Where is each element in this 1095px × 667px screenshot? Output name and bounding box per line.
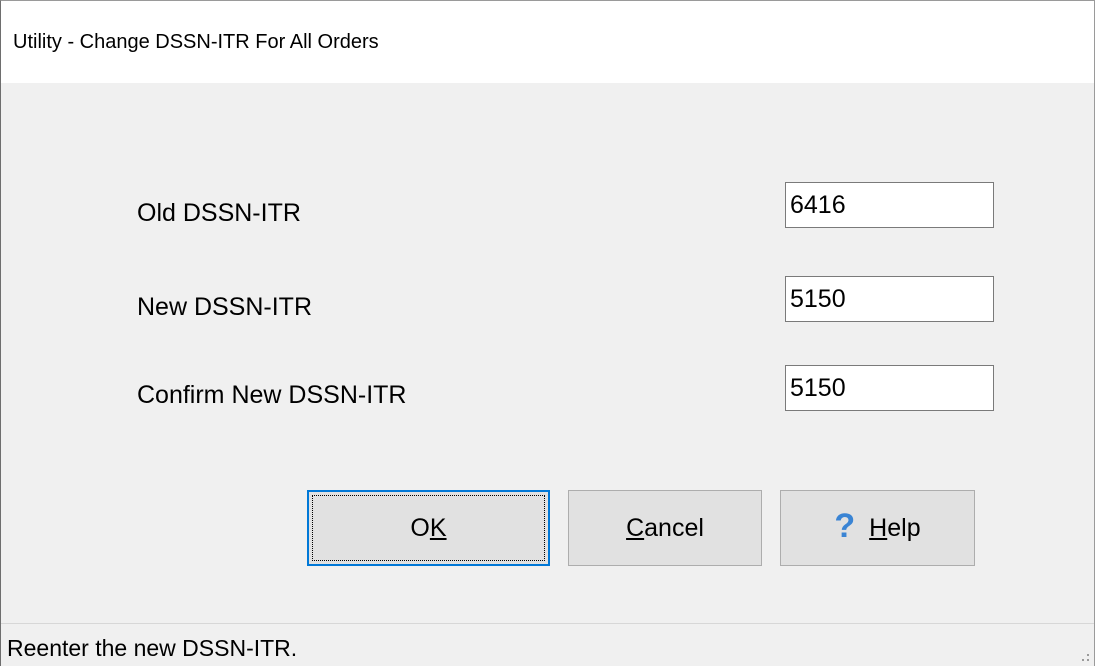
status-message: Reenter the new DSSN-ITR. (7, 635, 298, 661)
cancel-label-mnemonic: C (626, 513, 645, 542)
new-dssn-itr-label: New DSSN-ITR (137, 293, 313, 321)
help-label-rest: elp (887, 513, 921, 542)
help-label-mnemonic: H (869, 513, 888, 542)
cancel-button-label: Cancel (626, 514, 704, 543)
confirm-dssn-itr-input[interactable] (785, 365, 994, 411)
focus-rectangle (312, 495, 545, 561)
cancel-label-rest: ancel (644, 513, 704, 542)
window-title: Utility - Change DSSN-ITR For All Orders (13, 31, 379, 53)
question-mark-icon: ? (834, 507, 856, 545)
size-grip-icon[interactable] (1078, 651, 1090, 663)
old-dssn-itr-input[interactable] (785, 182, 994, 228)
help-button-label: Help (869, 514, 920, 543)
title-bar[interactable]: Utility - Change DSSN-ITR For All Orders (1, 1, 1094, 83)
confirm-dssn-itr-label: Confirm New DSSN-ITR (137, 381, 407, 409)
dialog-body: Old DSSN-ITR New DSSN-ITR Confirm New DS… (1, 83, 1094, 623)
status-bar: Reenter the new DSSN-ITR. (1, 623, 1094, 666)
new-dssn-itr-input[interactable] (785, 276, 994, 322)
help-button[interactable]: ? Help (780, 490, 975, 566)
ok-button[interactable]: OK (307, 490, 550, 566)
cancel-button[interactable]: Cancel (568, 490, 762, 566)
old-dssn-itr-label: Old DSSN-ITR (137, 199, 301, 227)
dialog-window: Utility - Change DSSN-ITR For All Orders… (0, 0, 1095, 666)
